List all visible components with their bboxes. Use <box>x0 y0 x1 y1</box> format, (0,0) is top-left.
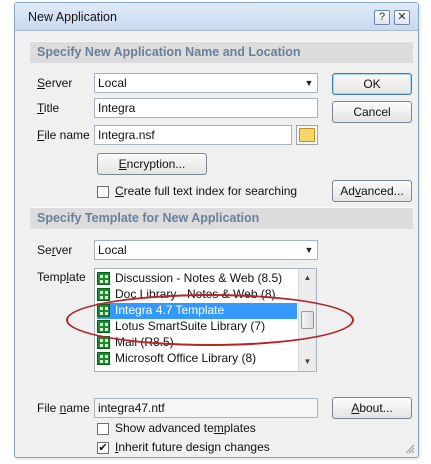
close-icon: ✕ <box>397 11 407 23</box>
window-title: New Application <box>28 10 117 24</box>
scroll-down-icon[interactable]: ▼ <box>299 355 316 369</box>
show-advanced-templates-checkbox[interactable] <box>97 423 109 435</box>
annotation-ellipse <box>66 294 354 346</box>
template-label: Template <box>37 270 86 284</box>
full-text-index-label: Create full text index for searching <box>115 184 298 198</box>
section-template-heading: Specify Template for New Application <box>30 207 413 229</box>
new-application-dialog <box>14 2 419 458</box>
full-text-index-checkbox[interactable] <box>97 186 109 198</box>
inherit-design-changes-label: Inherit future design changes <box>115 440 270 454</box>
folder-icon <box>299 128 315 142</box>
template-server-label: Server <box>37 243 73 257</box>
list-item[interactable]: Microsoft Office Library (8) <box>97 351 297 367</box>
template-file-name-field[interactable]: integra47.ntf <box>94 398 318 418</box>
ok-button[interactable]: OK <box>332 73 412 95</box>
encryption-button[interactable]: Encryption... <box>97 153 207 175</box>
checkmark-icon: ✔ <box>98 442 108 454</box>
server-select[interactable]: Local ▼ <box>94 73 318 93</box>
list-item[interactable]: Discussion - Notes & Web (8.5) <box>97 271 297 287</box>
template-server-select[interactable]: Local ▼ <box>94 240 318 260</box>
database-icon <box>97 288 110 301</box>
chevron-down-icon: ▼ <box>304 245 314 255</box>
close-button[interactable]: ✕ <box>394 10 410 25</box>
resize-grip-icon[interactable] <box>405 444 415 454</box>
chevron-down-icon: ▼ <box>304 78 314 88</box>
file-name-label: File name <box>37 128 90 142</box>
title-input[interactable]: Integra <box>94 98 318 118</box>
inherit-design-changes-checkbox[interactable]: ✔ <box>97 442 109 454</box>
section-name-location-heading: Specify New Application Name and Locatio… <box>30 41 413 63</box>
template-file-name-label: File name <box>37 401 90 415</box>
database-icon <box>97 352 110 365</box>
show-advanced-templates-label: Show advanced templates <box>115 421 256 435</box>
about-button[interactable]: About... <box>332 397 412 419</box>
title-label: Title <box>37 101 60 115</box>
database-icon <box>97 272 110 285</box>
cancel-button[interactable]: Cancel <box>332 101 412 123</box>
file-name-input[interactable]: Integra.nsf <box>94 125 292 145</box>
scroll-up-icon[interactable]: ▲ <box>299 271 316 285</box>
help-button[interactable]: ? <box>374 10 390 25</box>
server-label: Server <box>37 76 73 90</box>
browse-folder-button[interactable] <box>296 125 318 145</box>
advanced-button[interactable]: Advanced... <box>332 180 412 202</box>
